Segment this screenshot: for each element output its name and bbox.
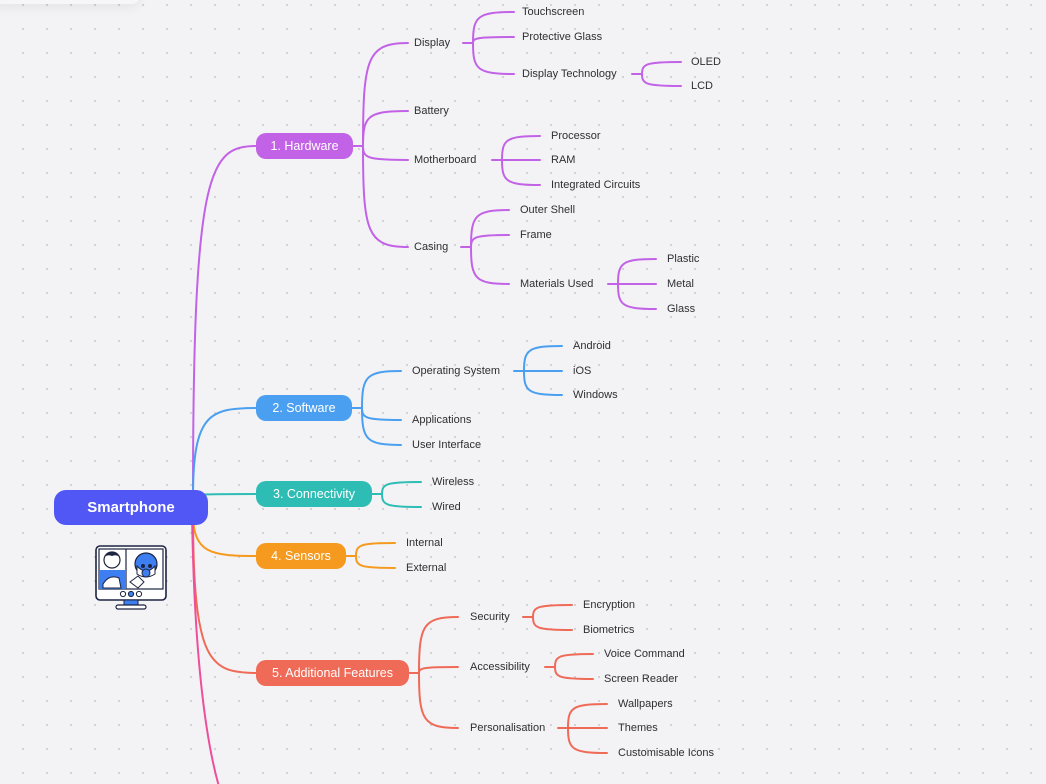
connector-line — [361, 370, 402, 409]
topic-wireless[interactable]: Wireless — [432, 475, 474, 489]
connector-line — [501, 159, 541, 186]
topic-wired[interactable]: Wired — [432, 500, 461, 514]
branch-node-2[interactable]: 2. Software — [256, 395, 352, 421]
topic-plastic[interactable]: Plastic — [667, 252, 699, 266]
connector-line — [355, 555, 396, 569]
connector-line — [381, 481, 422, 495]
connector-line — [362, 42, 409, 147]
video-call-monitor-icon — [94, 544, 170, 617]
connector-line — [361, 407, 402, 446]
topic-lcd[interactable]: LCD — [691, 79, 713, 93]
topic-integrated-circuits[interactable]: Integrated Circuits — [551, 178, 640, 192]
connector-line — [362, 110, 409, 147]
connector-line — [362, 145, 409, 161]
topic-personalisation[interactable]: Personalisation — [470, 721, 545, 735]
connector-line — [554, 653, 594, 668]
topic-encryption[interactable]: Encryption — [583, 598, 635, 612]
topic-biometrics[interactable]: Biometrics — [583, 623, 634, 637]
branch-connector — [192, 407, 259, 498]
topic-voice-command[interactable]: Voice Command — [604, 647, 685, 661]
connector-line — [472, 36, 515, 44]
topic-battery[interactable]: Battery — [414, 104, 449, 118]
branch-node-3[interactable]: 3. Connectivity — [256, 481, 372, 507]
connector-line — [362, 145, 409, 248]
connector-line — [554, 666, 594, 680]
connector-line — [418, 666, 459, 674]
topic-screen-reader[interactable]: Screen Reader — [604, 672, 678, 686]
topic-outer-shell[interactable]: Outer Shell — [520, 203, 575, 217]
topic-motherboard[interactable]: Motherboard — [414, 153, 476, 167]
topic-customisable-icons[interactable]: Customisable Icons — [618, 746, 714, 760]
branch-connector — [192, 145, 259, 498]
topic-metal[interactable]: Metal — [667, 277, 694, 291]
branch-node-3-label: 3. Connectivity — [273, 487, 355, 501]
topic-frame[interactable]: Frame — [520, 228, 552, 242]
topic-themes[interactable]: Themes — [618, 721, 658, 735]
connector-line — [472, 42, 515, 75]
topic-display[interactable]: Display — [414, 36, 450, 50]
branch-node-4[interactable]: 4. Sensors — [256, 543, 346, 569]
topic-glass[interactable]: Glass — [667, 302, 695, 316]
connector-line — [381, 493, 422, 508]
topic-protective-glass[interactable]: Protective Glass — [522, 30, 602, 44]
topic-processor[interactable]: Processor — [551, 129, 601, 143]
connector-line — [470, 246, 510, 285]
topic-security[interactable]: Security — [470, 610, 510, 624]
connector-line — [523, 345, 563, 372]
topic-materials-used[interactable]: Materials Used — [520, 277, 593, 291]
connector-line — [617, 258, 657, 285]
root-node-smartphone-label: Smartphone — [87, 499, 175, 516]
branch-node-1[interactable]: 1. Hardware — [256, 133, 353, 159]
branch-node-2-label: 2. Software — [272, 401, 336, 415]
topic-touchscreen[interactable]: Touchscreen — [522, 5, 584, 19]
topic-ios[interactable]: iOS — [573, 364, 591, 378]
connector-line — [532, 604, 573, 618]
topic-android[interactable]: Android — [573, 339, 611, 353]
connector-line — [418, 672, 459, 729]
topic-user-interface[interactable]: User Interface — [412, 438, 481, 452]
topic-ram[interactable]: RAM — [551, 153, 575, 167]
connector-line — [567, 703, 608, 729]
topic-casing[interactable]: Casing — [414, 240, 448, 254]
topic-applications[interactable]: Applications — [412, 413, 471, 427]
topic-oled[interactable]: OLED — [691, 55, 721, 69]
connector-line — [501, 135, 541, 161]
connector-line — [567, 727, 608, 754]
branch-node-5-label: 5. Additional Features — [272, 666, 393, 680]
branch-node-5[interactable]: 5. Additional Features — [256, 660, 409, 686]
topic-internal[interactable]: Internal — [406, 536, 443, 550]
connector-line — [617, 283, 657, 310]
connector-line — [418, 616, 459, 674]
topic-operating-system[interactable]: Operating System — [412, 364, 500, 378]
connector-line — [361, 407, 402, 421]
connector-line — [641, 61, 682, 75]
connector-line — [355, 542, 396, 557]
branch-node-1-label: 1. Hardware — [270, 139, 339, 153]
branch-node-4-label: 4. Sensors — [271, 549, 331, 563]
connector-line — [470, 234, 510, 248]
topic-external[interactable]: External — [406, 561, 446, 575]
connector-line — [470, 209, 510, 248]
connector-line — [532, 616, 573, 631]
root-node-smartphone[interactable]: Smartphone — [54, 490, 208, 525]
topic-accessibility[interactable]: Accessibility — [470, 660, 530, 674]
topic-wallpapers[interactable]: Wallpapers — [618, 697, 673, 711]
topic-display-technology[interactable]: Display Technology — [522, 67, 617, 81]
connector-line — [523, 370, 563, 396]
topic-windows[interactable]: Windows — [573, 388, 618, 402]
connector-line — [641, 73, 682, 87]
branch-connector — [192, 511, 259, 674]
